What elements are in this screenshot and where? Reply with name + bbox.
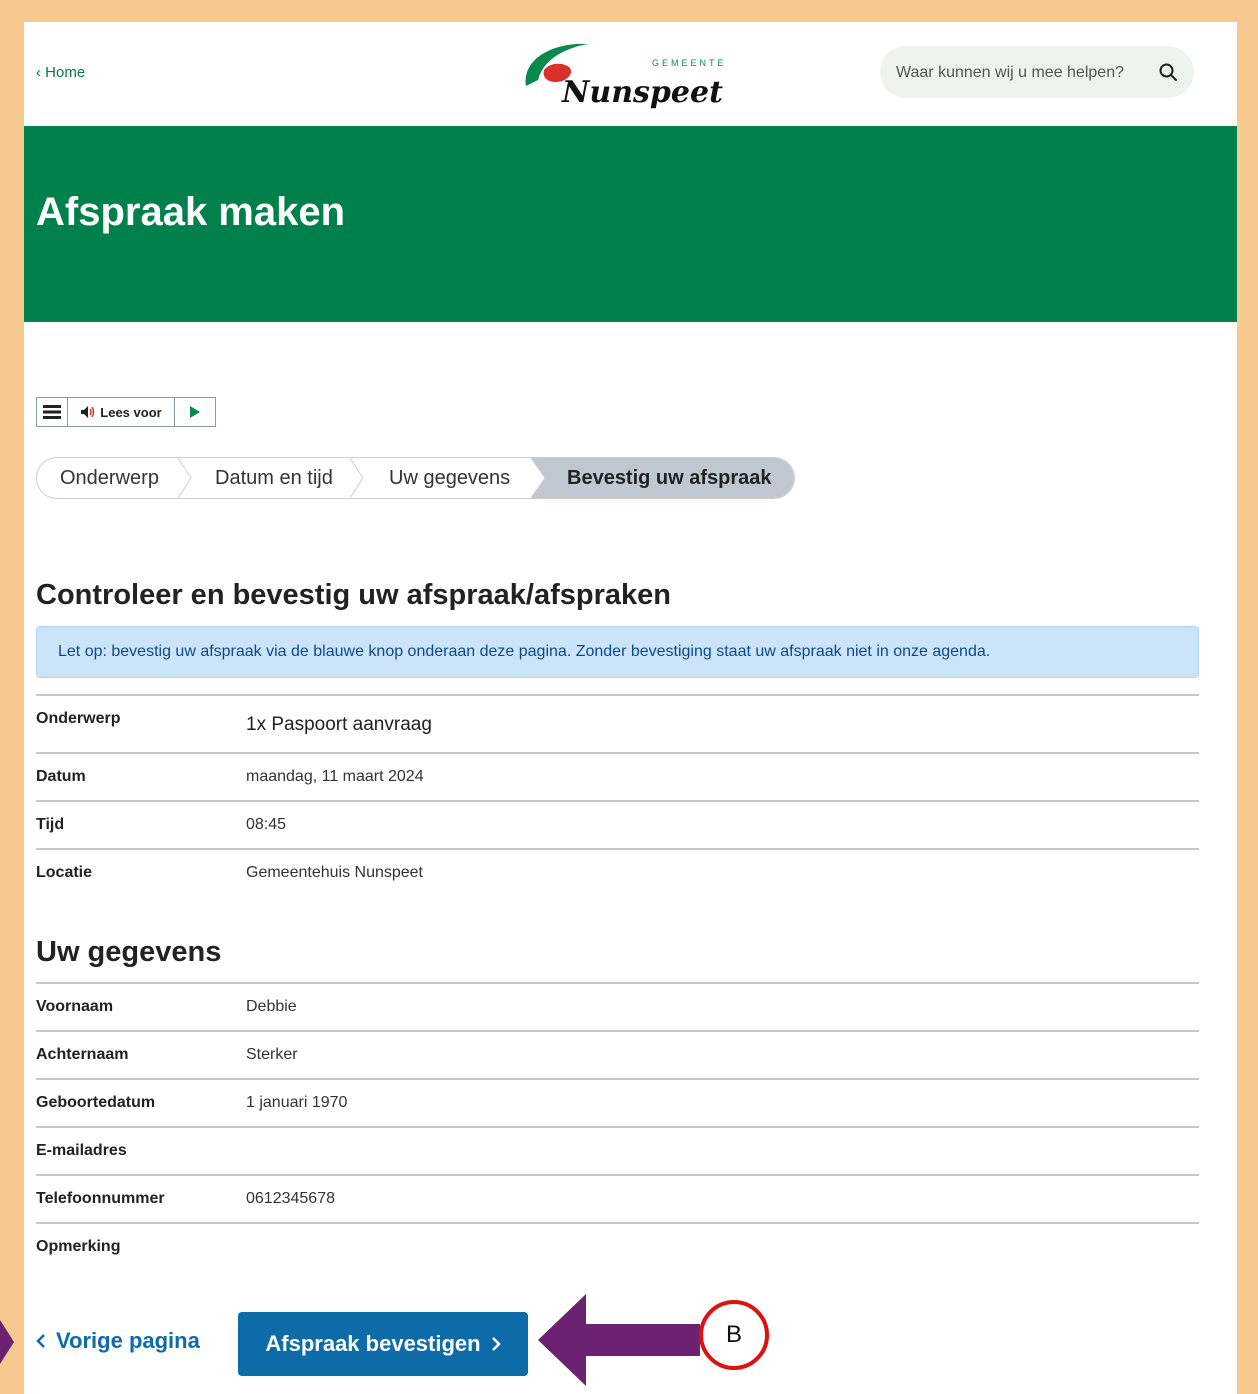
step-label: Bevestig uw afspraak	[567, 467, 772, 489]
readspeaker-listen-button[interactable]: Lees voor	[68, 398, 175, 426]
readspeaker-menu-button[interactable]	[37, 398, 68, 426]
summary-row: Onderwerp 1x Paspoort aanvraag	[36, 694, 1199, 752]
row-label: Opmerking	[36, 1238, 121, 1255]
site-search	[880, 46, 1194, 98]
detail-row: E-mailadres	[36, 1126, 1199, 1174]
play-icon	[190, 406, 200, 418]
chevron-left-icon	[36, 1334, 45, 1348]
step-separator-icon	[349, 458, 364, 498]
step-uw-gegevens[interactable]: Uw gegevens	[389, 458, 510, 498]
speaker-icon	[81, 406, 95, 418]
detail-row: Achternaam Sterker	[36, 1030, 1199, 1078]
row-label: Locatie	[36, 864, 93, 881]
progress-steps: Bevestig uw afspraak Onderwerp Datum en …	[36, 457, 795, 499]
row-value: 1 januari 1970	[246, 1094, 348, 1111]
readspeaker-play-button[interactable]	[175, 398, 215, 426]
previous-page-link[interactable]: Vorige pagina	[36, 1328, 200, 1354]
readspeaker-listen-label: Lees voor	[100, 404, 162, 420]
summary-row: Locatie Gemeentehuis Nunspeet	[36, 848, 1199, 896]
summary-row: Datum maandag, 11 maart 2024	[36, 752, 1199, 800]
step-datum-en-tijd[interactable]: Datum en tijd	[215, 458, 333, 498]
row-label: Datum	[36, 768, 86, 785]
menu-icon	[43, 405, 61, 419]
logo-name: Nunspeet	[561, 75, 723, 110]
confirm-appointment-label: Afspraak bevestigen	[265, 1331, 481, 1356]
details-heading: Uw gegevens	[36, 936, 222, 968]
row-label: Achternaam	[36, 1046, 129, 1063]
row-value: Debbie	[246, 998, 297, 1015]
row-label: Tijd	[36, 816, 65, 833]
annotation-marker: B	[699, 1300, 769, 1370]
confirm-heading: Controleer en bevestig uw afspraak/afspr…	[36, 579, 671, 611]
chevron-right-icon	[491, 1337, 501, 1351]
row-value: 1x Paspoort aanvraag	[246, 714, 432, 735]
search-icon[interactable]	[1158, 62, 1178, 82]
detail-row: Telefoonnummer 0612345678	[36, 1174, 1199, 1222]
detail-row: Opmerking	[36, 1222, 1199, 1270]
nunspeet-logo: GEMEENTE Nunspeet	[525, 43, 724, 110]
notice-text: Let op: bevestig uw afspraak via de blau…	[58, 643, 991, 660]
row-label: Onderwerp	[36, 710, 121, 727]
row-value: maandag, 11 maart 2024	[246, 768, 424, 785]
page-banner: Afspraak maken	[24, 126, 1237, 322]
home-link[interactable]: ‹ Home	[36, 64, 85, 81]
row-value: 0612345678	[246, 1190, 335, 1207]
row-label: E-mailadres	[36, 1142, 127, 1159]
page-frame: ‹ Home GEMEENTE Nunspeet Afspraak maken	[24, 22, 1237, 1394]
row-value: Sterker	[246, 1046, 298, 1063]
row-label: Telefoonnummer	[36, 1190, 165, 1207]
detail-row: Geboortedatum 1 januari 1970	[36, 1078, 1199, 1126]
step-separator-icon	[177, 458, 192, 498]
step-onderwerp[interactable]: Onderwerp	[60, 458, 159, 498]
step-bevestig[interactable]: Bevestig uw afspraak	[531, 458, 794, 498]
row-value: Gemeentehuis Nunspeet	[246, 864, 423, 881]
step-separator-icon	[531, 458, 546, 498]
search-input[interactable]	[894, 60, 1148, 86]
left-pointer-arrow	[0, 1320, 14, 1364]
row-label: Geboortedatum	[36, 1094, 156, 1111]
site-header: ‹ Home GEMEENTE Nunspeet	[24, 22, 1237, 126]
previous-page-label: Vorige pagina	[56, 1328, 200, 1353]
notice-box: Let op: bevestig uw afspraak via de blau…	[36, 626, 1199, 678]
readspeaker-bar: Lees voor	[36, 397, 216, 427]
row-label: Voornaam	[36, 998, 114, 1015]
page-title: Afspraak maken	[36, 190, 346, 234]
confirm-appointment-button[interactable]: Afspraak bevestigen	[238, 1312, 528, 1376]
row-value: 08:45	[246, 816, 287, 833]
summary-row: Tijd 08:45	[36, 800, 1199, 848]
detail-row: Voornaam Debbie	[36, 982, 1199, 1030]
logo-top-text: GEMEENTE	[652, 58, 724, 68]
